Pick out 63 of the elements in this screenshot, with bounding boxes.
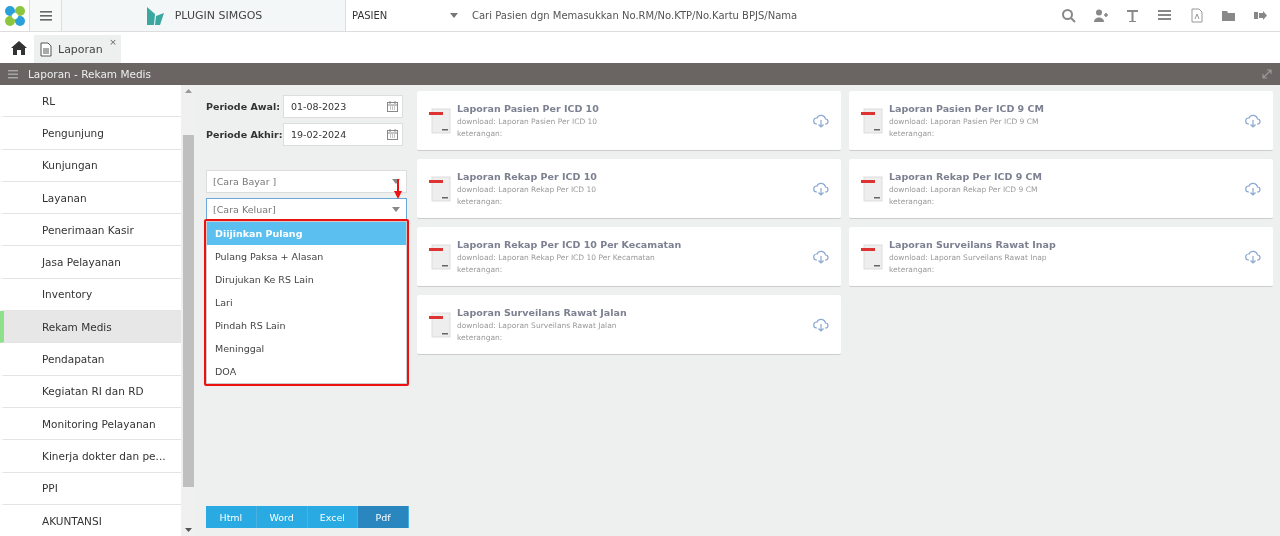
date-field[interactable]: 19-02-2024 <box>283 123 403 146</box>
dropdown-option[interactable]: Dirujukan Ke RS Lain <box>207 268 406 291</box>
report-file-icon <box>861 175 883 202</box>
field-label: Periode Akhir: <box>206 129 283 140</box>
report-title: Laporan Pasien Per ICD 9 CM <box>889 103 1045 114</box>
calendar-icon <box>387 101 398 112</box>
cloud-download-icon[interactable] <box>813 317 829 332</box>
list-icon[interactable] <box>1157 8 1172 23</box>
report-file-icon <box>861 107 883 134</box>
logo-icon[interactable] <box>2 3 27 28</box>
report-title: Laporan Pasien Per ICD 10 <box>457 103 600 114</box>
scrollbar-thumb[interactable] <box>183 134 194 487</box>
dropdown-option[interactable]: Pindah RS Lain <box>207 314 406 337</box>
cloud-download-icon[interactable] <box>813 249 829 264</box>
report-file-icon <box>429 175 451 202</box>
calendar-icon <box>387 129 398 140</box>
text-icon[interactable] <box>1125 8 1140 23</box>
panel-title: Laporan - Rekam Medis <box>28 68 152 80</box>
report-title: Laporan Rekap Per ICD 10 Per Kecamatan <box>457 239 683 250</box>
report-title: Laporan Rekap Per ICD 9 CM <box>889 171 1043 182</box>
folder-icon[interactable] <box>1221 8 1236 23</box>
caret-icon <box>450 13 458 18</box>
report-file-icon <box>429 243 451 270</box>
patient-search-field[interactable]: Cari Pasien dgn Memasukkan No.RM/No.KTP/No.Kartu BPJS/Nama <box>466 0 1061 31</box>
tab[interactable]: Laporan × <box>34 35 121 63</box>
dropdown-option[interactable]: Pulang Paksa + Alasan <box>207 245 406 268</box>
menu-icon[interactable] <box>39 10 52 21</box>
add-user-icon[interactable] <box>1093 8 1108 23</box>
scroll-up-icon[interactable] <box>185 89 192 93</box>
cloud-download-icon[interactable] <box>813 181 829 196</box>
report-title: Laporan Surveilans Rawat Inap <box>889 239 1057 250</box>
category-dropdown[interactable]: PASIEN <box>346 0 466 31</box>
report-title: Laporan Surveilans Rawat Jalan <box>457 307 628 318</box>
cloud-download-icon[interactable] <box>813 113 829 128</box>
date-field[interactable]: 01-08-2023 <box>283 95 403 118</box>
leaf-logo-icon <box>144 5 165 26</box>
expand-icon[interactable] <box>1262 69 1272 79</box>
format-button[interactable]: Pdf <box>358 506 409 528</box>
cloud-download-icon[interactable] <box>1245 113 1261 128</box>
dropdown-option[interactable]: Meninggal <box>207 337 406 360</box>
dropdown-option[interactable]: DOA <box>207 360 406 383</box>
caret-icon <box>392 207 400 212</box>
arrow-annotation <box>394 179 402 199</box>
report-title: Laporan Rekap Per ICD 10 <box>457 171 598 182</box>
home-icon[interactable] <box>10 39 28 56</box>
sidebar-item[interactable]: Rekam Medis <box>0 311 181 344</box>
caret-icon <box>392 179 400 184</box>
select-field[interactable]: [Cara Bayar ] <box>206 170 407 193</box>
scroll-down-icon[interactable] <box>185 528 192 532</box>
field-label: Periode Awal: <box>206 101 282 112</box>
cloud-download-icon[interactable] <box>1245 249 1261 264</box>
report-file-icon <box>861 243 883 270</box>
app-name: PLUGIN SIMGOS <box>174 9 263 22</box>
cloud-download-icon[interactable] <box>1245 181 1261 196</box>
report-file-icon <box>429 311 451 338</box>
document-icon <box>40 41 52 57</box>
search-icon[interactable] <box>1061 8 1076 23</box>
pdf-file-icon[interactable] <box>1189 8 1204 23</box>
close-button[interactable]: × <box>109 37 117 47</box>
menu-icon[interactable] <box>8 69 18 79</box>
report-file-icon <box>429 107 451 134</box>
dropdown-option[interactable]: Lari <box>207 291 406 314</box>
select-field[interactable]: [Cara Keluar] <box>206 198 407 221</box>
